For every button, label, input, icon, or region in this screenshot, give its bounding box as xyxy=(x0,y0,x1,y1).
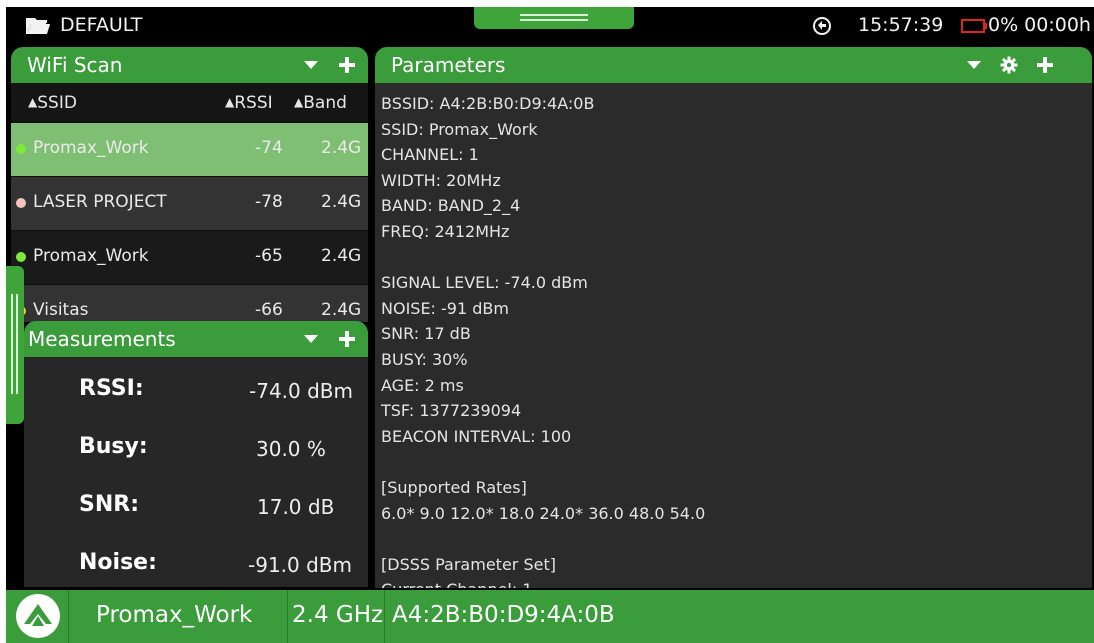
sort-icon: ▲︎ xyxy=(225,95,235,109)
add-icon[interactable] xyxy=(338,56,356,74)
add-icon[interactable] xyxy=(1036,56,1054,74)
parameter-line xyxy=(381,526,1081,552)
parameter-line: WIDTH: 20MHz xyxy=(381,170,501,190)
parameter-line: [DSSS Parameter Set] xyxy=(381,554,556,574)
busy-value: 30.0 % xyxy=(256,437,326,461)
row-band: 2.4G xyxy=(321,300,362,320)
row-ssid: Visitas xyxy=(33,300,89,320)
row-ssid: Promax_Work xyxy=(33,246,149,266)
parameter-line: FREQ: 2412MHz xyxy=(381,221,510,241)
parameter-line: SNR: 17 dB xyxy=(381,324,471,344)
battery-empty-icon xyxy=(961,19,987,33)
sync-icon xyxy=(813,17,831,35)
parameter-line: BUSY: 30% xyxy=(381,349,468,369)
current-bssid: A4:2B:B0:D9:4A:0B xyxy=(392,602,615,628)
row-band: 2.4G xyxy=(321,138,362,158)
measurements-panel: Measurements RSSI: -74.0 dBm Busy: 30.0 … xyxy=(24,321,368,587)
column-ssid[interactable]: ▲︎SSID xyxy=(28,93,77,113)
parameter-line: 6.0* 9.0 12.0* 18.0 24.0* 36.0 48.0 54.0 xyxy=(381,503,706,523)
parameters-text: BSSID: A4:2B:B0:D9:4A:0B SSID: Promax_Wo… xyxy=(381,91,1081,588)
sort-icon: ▲︎ xyxy=(28,95,38,109)
measurements-header: Measurements xyxy=(24,321,368,357)
logo-icon[interactable] xyxy=(16,594,60,638)
parameter-line: CHANNEL: 1 xyxy=(381,145,479,165)
divider xyxy=(68,590,69,643)
busy-label: Busy: xyxy=(79,434,148,459)
row-rssi: -65 xyxy=(255,246,283,266)
rssi-label: RSSI: xyxy=(79,376,144,401)
parameter-line: SSID: Promax_Work xyxy=(381,119,538,139)
top-status-bar: DEFAULT 15:57:39 0% 00:00h xyxy=(6,7,1094,45)
handle-line xyxy=(520,14,588,16)
wifi-scan-header: WiFi Scan xyxy=(11,47,368,83)
battery-status: 0% 00:00h xyxy=(988,14,1091,36)
row-rssi: -66 xyxy=(255,300,283,320)
status-dot xyxy=(16,198,26,208)
panel-title: Measurements xyxy=(28,327,176,351)
handle-line xyxy=(520,19,588,21)
row-ssid: Promax_Work xyxy=(33,138,149,158)
column-rssi[interactable]: ▲︎RSSI xyxy=(225,93,273,113)
divider xyxy=(287,590,288,643)
device-screen: DEFAULT 15:57:39 0% 00:00h WiFi Scan ▲︎S… xyxy=(6,7,1094,643)
row-rssi: -74 xyxy=(255,138,283,158)
parameter-line: BEACON INTERVAL: 100 xyxy=(381,426,572,446)
side-drawer-handle[interactable] xyxy=(6,266,24,424)
parameter-line: TSF: 1377239094 xyxy=(381,401,522,421)
snr-label: SNR: xyxy=(79,492,139,517)
handle-line xyxy=(16,294,18,394)
parameter-line: Current Channel: 1 xyxy=(381,577,1081,588)
status-dot xyxy=(16,252,26,262)
parameter-line: SIGNAL LEVEL: -74.0 dBm xyxy=(381,273,588,293)
rssi-value: -74.0 dBm xyxy=(249,379,354,403)
current-frequency: 2.4 GHz xyxy=(292,602,384,628)
wifi-scan-panel: WiFi Scan ▲︎SSID ▲︎RSSI ▲︎Band Promax_Wo… xyxy=(11,47,368,322)
noise-value: -91.0 dBm xyxy=(248,553,353,577)
current-ssid: Promax_Work xyxy=(96,602,253,628)
dropdown-arrow-icon[interactable] xyxy=(965,56,983,74)
parameters-header: Parameters xyxy=(375,47,1092,83)
mountain-logo-icon xyxy=(24,604,52,626)
wifi-row[interactable]: Promax_Work -65 2.4G xyxy=(11,231,368,284)
pull-down-handle[interactable] xyxy=(474,7,634,29)
parameter-line xyxy=(381,449,1081,475)
wifi-table-header: ▲︎SSID ▲︎RSSI ▲︎Band xyxy=(11,83,368,121)
handle-line xyxy=(11,294,13,394)
sort-icon: ▲︎ xyxy=(294,95,304,109)
folder-open-icon[interactable] xyxy=(25,16,51,36)
parameters-panel: Parameters BSSID: A4:2B:B0:D9:4A:0B SSID… xyxy=(375,47,1092,588)
column-label: RSSI xyxy=(234,93,273,113)
dropdown-arrow-icon[interactable] xyxy=(302,56,320,74)
parameter-line: AGE: 2 ms xyxy=(381,375,464,395)
divider xyxy=(384,590,385,643)
bottom-status-bar: Promax_Work 2.4 GHz A4:2B:B0:D9:4A:0B xyxy=(6,590,1094,643)
row-ssid: LASER PROJECT xyxy=(33,192,167,212)
row-band: 2.4G xyxy=(321,192,362,212)
row-band: 2.4G xyxy=(321,246,362,266)
parameter-line: [Supported Rates] xyxy=(381,477,527,497)
wifi-row[interactable]: Visitas -66 2.4G xyxy=(11,285,368,322)
wifi-row[interactable]: LASER PROJECT -78 2.4G xyxy=(11,177,368,230)
add-icon[interactable] xyxy=(338,330,356,348)
gear-icon[interactable] xyxy=(1000,56,1018,74)
dropdown-arrow-icon[interactable] xyxy=(302,330,320,348)
parameter-line: BAND: BAND_2_4 xyxy=(381,196,521,216)
column-label: SSID xyxy=(37,93,77,113)
snr-value: 17.0 dB xyxy=(257,495,335,519)
parameter-line: BSSID: A4:2B:B0:D9:4A:0B xyxy=(381,94,595,113)
wifi-row[interactable]: Promax_Work -74 2.4G xyxy=(11,123,368,176)
parameter-line: NOISE: -91 dBm xyxy=(381,298,509,318)
column-band[interactable]: ▲︎Band xyxy=(294,93,347,113)
noise-label: Noise: xyxy=(79,550,157,575)
profile-name[interactable]: DEFAULT xyxy=(60,14,142,36)
column-label: Band xyxy=(303,93,347,113)
parameter-line xyxy=(381,245,1081,271)
panel-title: Parameters xyxy=(391,53,506,77)
row-rssi: -78 xyxy=(255,192,283,212)
status-dot xyxy=(16,144,26,154)
panel-title: WiFi Scan xyxy=(27,53,123,77)
clock: 15:57:39 xyxy=(858,14,944,36)
